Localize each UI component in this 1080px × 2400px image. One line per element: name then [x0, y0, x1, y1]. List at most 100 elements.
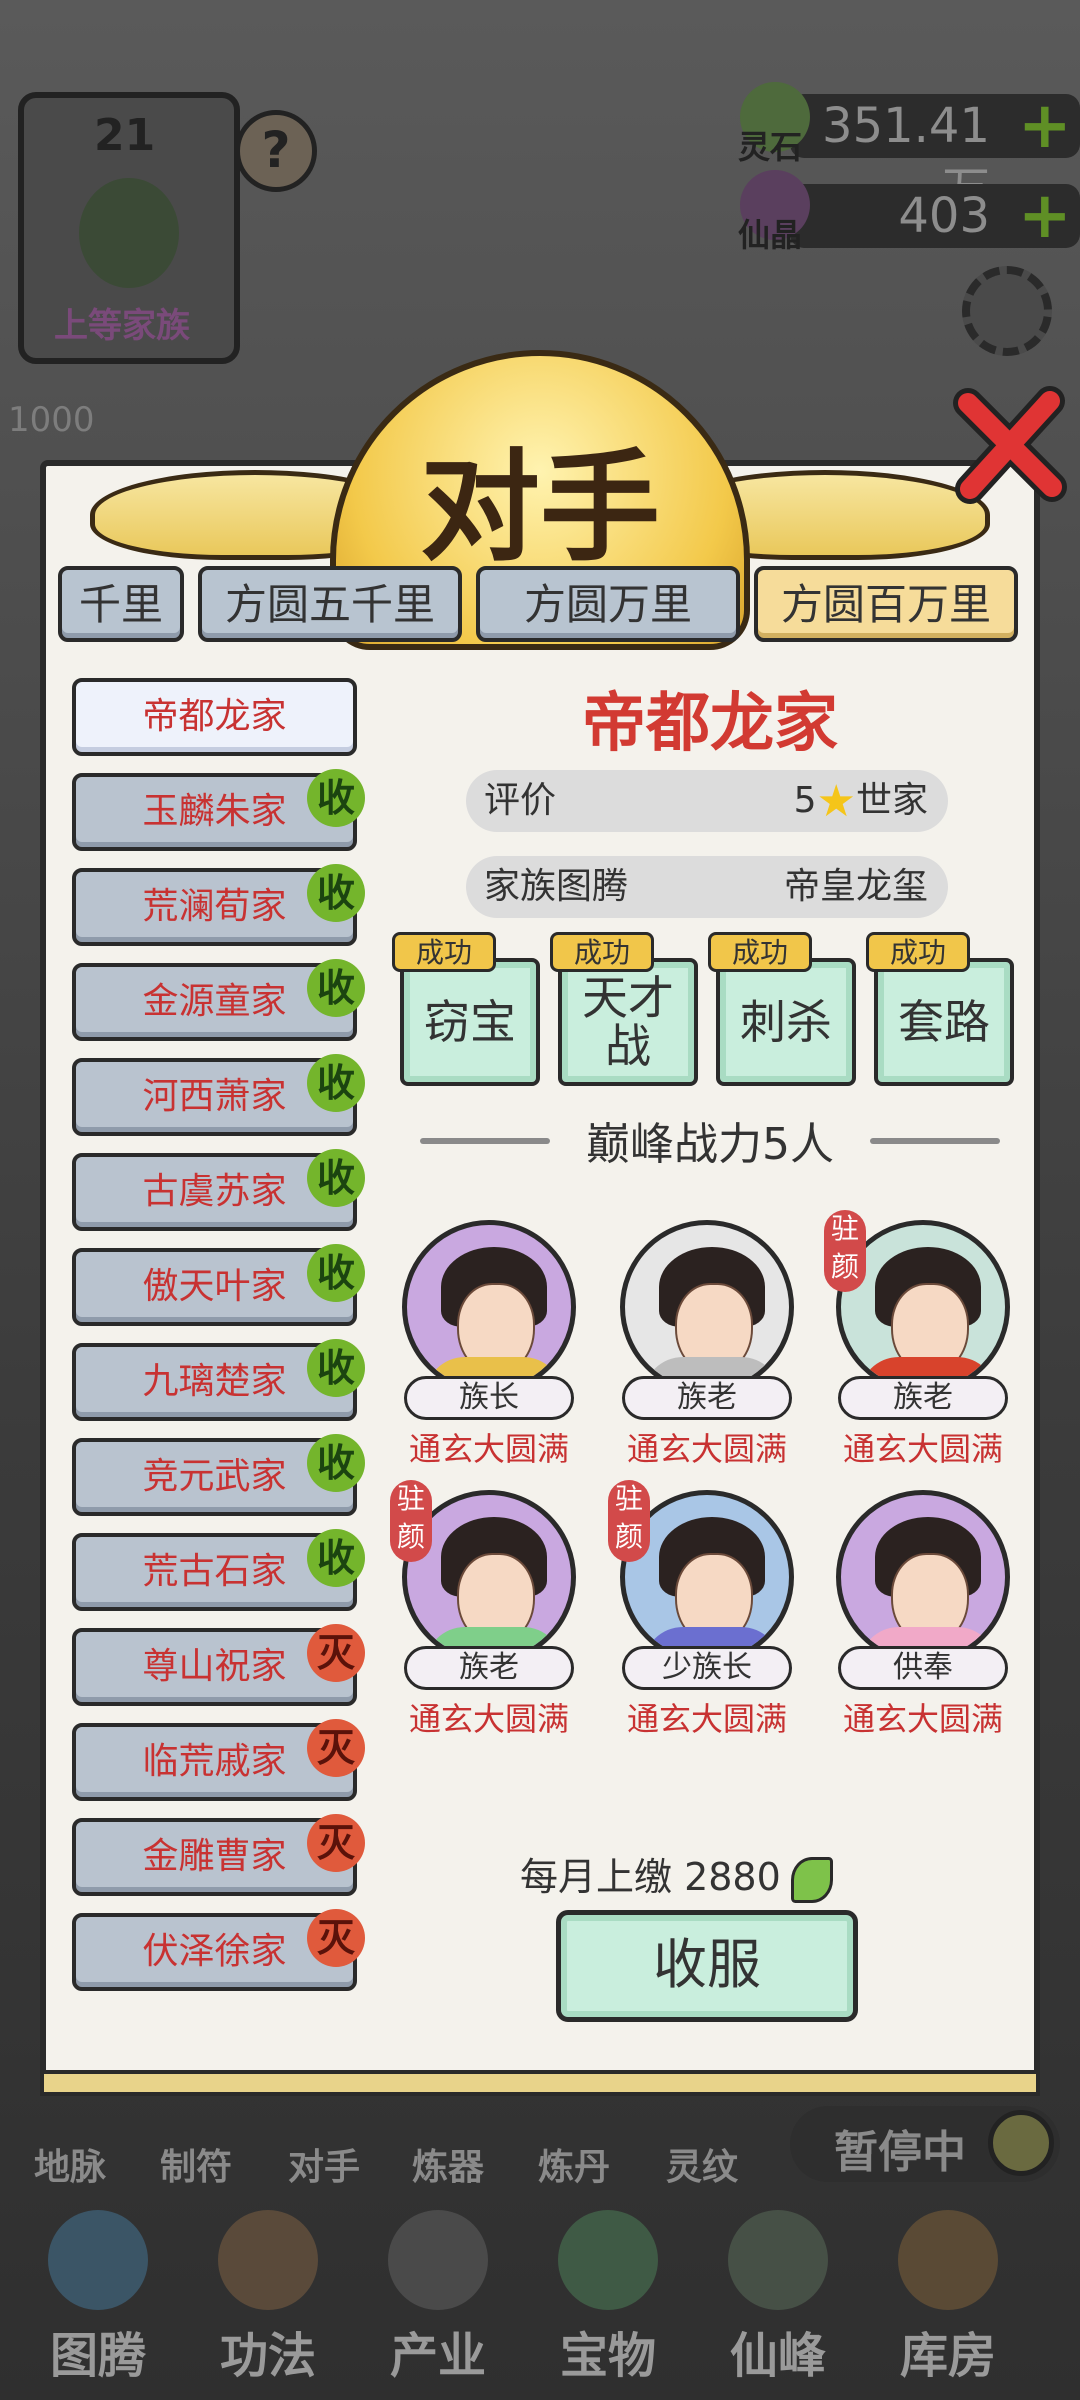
clan-item[interactable]: 玉麟朱家收	[72, 769, 365, 851]
right-divider	[870, 1138, 1000, 1144]
spirit-stone-bar: 351.41万 +	[790, 94, 1080, 218]
play-icon[interactable]	[988, 2110, 1054, 2176]
success-tag: 成功	[866, 932, 970, 972]
member-card[interactable]: 族老 通玄大圆满	[612, 1200, 802, 1470]
action-assassinate[interactable]: 成功 刺杀	[708, 932, 856, 1086]
success-tag: 成功	[550, 932, 654, 972]
clan-item[interactable]: 傲天叶家收	[72, 1244, 365, 1326]
member-portrait	[620, 1220, 794, 1394]
totem-icon	[48, 2210, 148, 2310]
industry-icon	[388, 2210, 488, 2310]
immortal-crystal-value: 403	[898, 188, 990, 244]
preserved-youth-tag: 驻颜	[824, 1210, 866, 1292]
clan-item[interactable]: 金源童家收	[72, 959, 365, 1041]
preserved-youth-tag: 驻颜	[608, 1480, 650, 1562]
nav-totem[interactable]: 图腾	[18, 2200, 178, 2400]
small-nav-item[interactable]: 灵纹	[666, 2138, 738, 2190]
clan-item[interactable]: 伏泽徐家灭	[72, 1909, 365, 1991]
tab-fangyuan-wanli[interactable]: 方圆万里	[476, 566, 740, 642]
clan-item[interactable]: 古虞苏家收	[72, 1149, 365, 1231]
tab-qianli[interactable]: 千里	[58, 566, 184, 642]
member-card[interactable]: 族老 通玄大圆满 驻颜	[824, 1200, 1018, 1470]
nav-treasure[interactable]: 宝物	[528, 2200, 688, 2400]
nav-industry[interactable]: 产业	[358, 2200, 518, 2400]
tab-fangyuan-wuqianli[interactable]: 方圆五千里	[198, 566, 462, 642]
clan-name: 九璃楚家	[142, 1361, 287, 1402]
pause-status[interactable]: 暂停中	[790, 2106, 1060, 2182]
immortal-crystal-bar: 403 +	[790, 184, 1080, 248]
skills-icon	[218, 2210, 318, 2310]
totem-label: 家族图腾	[484, 866, 629, 907]
accept-badge: 收	[307, 864, 365, 922]
accept-badge: 收	[307, 959, 365, 1017]
destroy-badge: 灭	[307, 1719, 365, 1777]
dialog-title: 对手	[420, 437, 660, 578]
accept-badge: 收	[307, 1054, 365, 1112]
immortal-crystal-label: 仙晶	[738, 216, 803, 254]
small-nav-item[interactable]: 制符	[160, 2138, 232, 2190]
nav-label: 库房	[899, 2328, 996, 2384]
spirit-stone-label: 灵石	[738, 128, 803, 166]
clan-name: 金源童家	[142, 981, 287, 1022]
action-scheme[interactable]: 成功 套路	[866, 932, 1014, 1086]
help-button[interactable]: ?	[235, 110, 317, 192]
plus-icon[interactable]: +	[1018, 184, 1072, 248]
plus-icon[interactable]: +	[1018, 94, 1072, 158]
treasure-icon	[558, 2210, 658, 2310]
member-card[interactable]: 供奉 通玄大圆满	[828, 1470, 1018, 1740]
totem-row: 家族图腾 帝皇龙玺	[466, 856, 948, 918]
clan-item[interactable]: 尊山祝家灭	[72, 1624, 365, 1706]
member-realm: 通玄大圆满	[626, 1700, 787, 1738]
member-realm: 通玄大圆满	[842, 1430, 1003, 1468]
member-portrait	[836, 1490, 1010, 1664]
close-x-icon	[953, 386, 1067, 504]
small-nav-item[interactable]: 对手	[288, 2138, 360, 2190]
clan-name: 临荒戚家	[142, 1741, 287, 1782]
accept-badge: 收	[307, 1149, 365, 1207]
destroy-badge: 灭	[307, 1814, 365, 1872]
member-portrait	[402, 1220, 576, 1394]
member-card[interactable]: 少族长通玄大圆满 驻颜	[608, 1470, 802, 1740]
monthly-tribute: 每月上缴 2880	[520, 1846, 940, 1903]
small-nav-item[interactable]: 炼丹	[538, 2138, 610, 2190]
clan-name: 荒古石家	[142, 1551, 287, 1592]
clan-item[interactable]: 竞元武家收	[72, 1434, 365, 1516]
clan-item[interactable]: 九璃楚家收	[72, 1339, 365, 1421]
small-nav-item[interactable]: 炼器	[412, 2138, 484, 2190]
nav-skills[interactable]: 功法	[188, 2200, 348, 2400]
subdue-button[interactable]: 收服	[556, 1910, 858, 2022]
action-genius-battle[interactable]: 成功 天才战	[550, 932, 698, 1086]
dialog-title-ornament: 对手	[90, 330, 990, 650]
member-role: 少族长	[622, 1646, 792, 1690]
member-card[interactable]: 族老 通玄大圆满 驻颜	[390, 1470, 584, 1740]
clan-item[interactable]: 金雕曹家灭	[72, 1814, 365, 1896]
small-nav-item[interactable]: 地脉	[34, 2138, 106, 2190]
tree-icon	[79, 178, 179, 288]
clan-item[interactable]: 帝都龙家	[72, 678, 357, 756]
pause-label: 暂停中	[834, 2127, 966, 2178]
member-role: 供奉	[838, 1646, 1008, 1690]
member-role: 族老	[404, 1646, 574, 1690]
tab-fangyuan-baiwanli[interactable]: 方圆百万里	[754, 566, 1018, 642]
clan-item[interactable]: 荒古石家收	[72, 1529, 365, 1611]
clan-name: 荒澜荀家	[142, 886, 287, 927]
clan-item[interactable]: 河西萧家收	[72, 1054, 365, 1136]
close-button[interactable]	[950, 385, 1070, 505]
family-emblem[interactable]: 21 上等家族	[18, 92, 240, 364]
accept-badge: 收	[307, 1339, 365, 1397]
clan-item[interactable]: 临荒戚家灭	[72, 1719, 365, 1801]
action-steal-treasure[interactable]: 成功 窃宝	[392, 932, 540, 1086]
storage-icon	[898, 2210, 998, 2310]
nav-peak[interactable]: 仙峰	[698, 2200, 858, 2400]
nav-label: 图腾	[49, 2328, 146, 2384]
nav-label: 仙峰	[729, 2328, 826, 2384]
tribute-text: 每月上缴 2880	[520, 1855, 781, 1899]
star-icon: ★	[816, 776, 856, 827]
member-card[interactable]: 族长 通玄大圆满	[394, 1200, 584, 1470]
member-role: 族长	[404, 1376, 574, 1420]
clan-name: 玉麟朱家	[142, 791, 287, 832]
clan-item[interactable]: 荒澜荀家收	[72, 864, 365, 946]
member-realm: 通玄大圆满	[408, 1430, 569, 1468]
accept-badge: 收	[307, 1244, 365, 1302]
nav-storage[interactable]: 库房	[868, 2200, 1028, 2400]
